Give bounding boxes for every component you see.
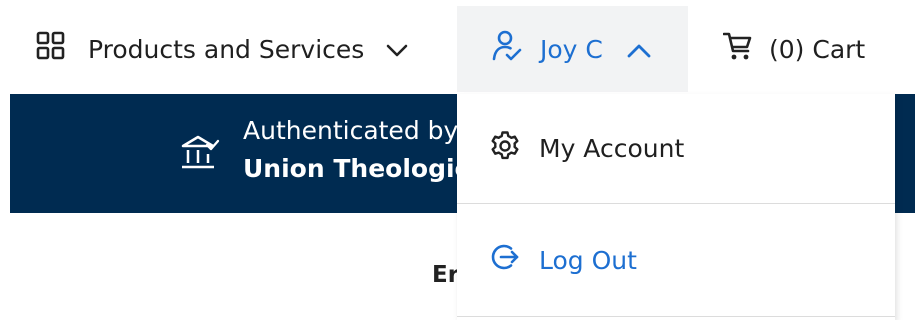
log-out-label: Log Out — [539, 245, 637, 275]
gear-icon — [489, 130, 521, 168]
my-account-label: My Account — [539, 134, 685, 163]
cart-button[interactable]: (0) Cart — [722, 6, 866, 92]
cart-icon — [722, 31, 753, 67]
log-out-menu-item[interactable]: Log Out — [457, 204, 895, 317]
my-account-menu-item[interactable]: My Account — [457, 94, 895, 204]
user-dropdown-menu: My Account Log Out — [457, 94, 895, 320]
user-menu-button[interactable]: Joy C — [457, 6, 688, 92]
chevron-down-icon — [386, 35, 408, 64]
grid-icon — [36, 31, 66, 67]
products-and-services-menu[interactable]: Products and Services — [36, 6, 408, 92]
page-heading-partial: Er — [432, 262, 460, 288]
cart-label: (0) Cart — [769, 34, 866, 64]
chevron-up-icon — [627, 35, 651, 64]
top-navigation: Products and Services Joy C (0) Cart — [0, 0, 915, 94]
products-and-services-label: Products and Services — [88, 34, 365, 64]
authenticated-by-text: Authenticated by — [243, 116, 459, 145]
institution-verified-icon — [180, 132, 220, 178]
user-verified-icon — [492, 30, 522, 68]
user-name-label: Joy C — [540, 34, 603, 64]
logout-icon — [489, 241, 521, 279]
